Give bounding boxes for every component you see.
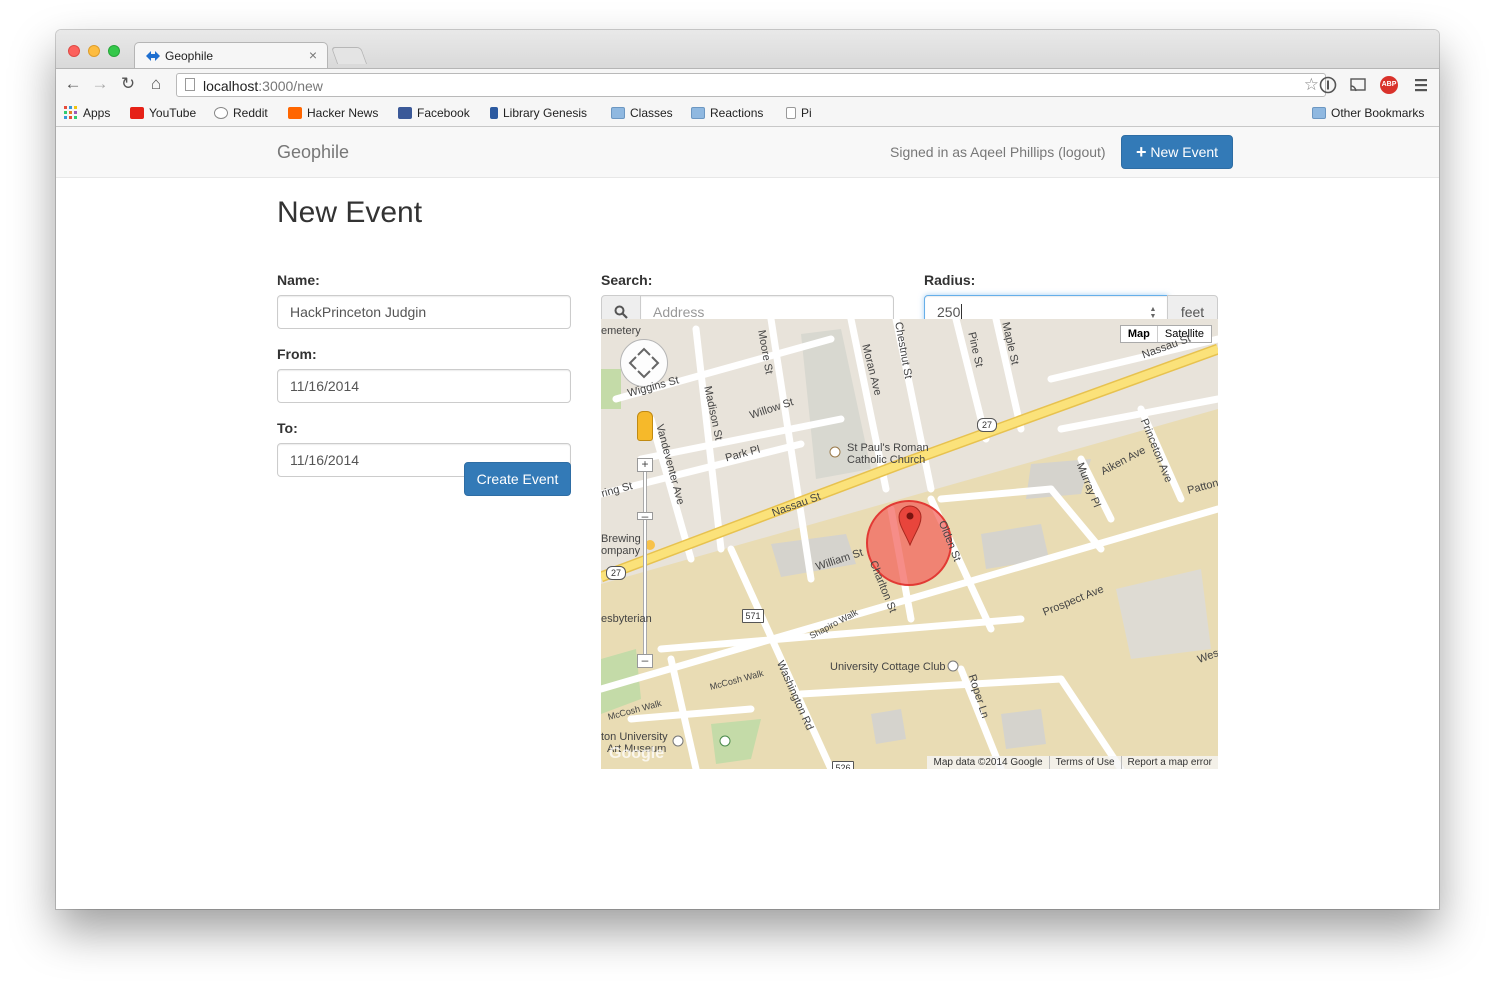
- bookmark-apps[interactable]: Apps: [64, 106, 110, 120]
- route-shield-571: 571: [742, 609, 764, 623]
- to-label: To:: [277, 420, 298, 436]
- apps-grid-icon: [64, 106, 77, 119]
- bookmark-folder-classes[interactable]: Classes: [611, 106, 673, 120]
- map-label: ton University: [601, 731, 668, 743]
- geophile-favicon-icon: [146, 51, 160, 61]
- from-label: From:: [277, 346, 317, 362]
- page-content: Geophile Signed in as Aqeel Phillips (lo…: [56, 127, 1439, 909]
- create-event-button[interactable]: Create Event: [464, 462, 571, 496]
- brand-link[interactable]: Geophile: [277, 142, 349, 163]
- search-label: Search:: [601, 272, 653, 288]
- reddit-icon: [214, 107, 228, 119]
- map-data-credit: Map data ©2014 Google: [933, 757, 1043, 768]
- bookmark-youtube[interactable]: YouTube: [130, 106, 196, 120]
- minimize-window-button[interactable]: [88, 45, 100, 57]
- bookmark-pi[interactable]: Pi: [786, 106, 812, 120]
- tab-close-icon[interactable]: ×: [309, 47, 317, 63]
- url-text: localhost:3000/new: [203, 78, 323, 94]
- chrome-menu-icon[interactable]: [1412, 76, 1430, 94]
- hacker-news-icon: [288, 107, 302, 119]
- map-label: St Paul's Roman: [847, 442, 929, 454]
- bookmark-reddit[interactable]: Reddit: [214, 106, 268, 120]
- google-logo: Google: [609, 745, 665, 762]
- report-map-error-link[interactable]: Report a map error: [1120, 756, 1218, 769]
- route-shield-27: 27: [606, 566, 626, 580]
- page-title: New Event: [277, 196, 423, 229]
- page-icon: [185, 78, 195, 91]
- browser-window: Geophile × ← → ↻ ⌂ localhost:3000/new ☆ …: [56, 30, 1439, 909]
- map-label: University Cottage Club: [830, 661, 946, 673]
- map-label: emetery: [601, 325, 641, 337]
- route-shield-27: 27: [977, 418, 997, 432]
- maximize-window-button[interactable]: [108, 45, 120, 57]
- map-label: esbyterian: [601, 613, 652, 625]
- zoom-in-button[interactable]: +: [637, 458, 653, 472]
- map-label: ompany: [601, 545, 641, 557]
- bookmark-star-icon[interactable]: ☆: [1304, 75, 1319, 95]
- page-icon: [786, 107, 796, 119]
- onepassword-extension-icon[interactable]: [1319, 76, 1337, 94]
- radius-value: 250: [937, 304, 961, 320]
- zoom-slider-handle[interactable]: –: [637, 510, 653, 522]
- map-label: Catholic Church: [847, 454, 926, 466]
- forward-arrow-icon[interactable]: →: [90, 74, 110, 94]
- search-placeholder: Address: [653, 304, 705, 320]
- number-spinner-icon[interactable]: ▲ ▼: [1149, 306, 1157, 320]
- name-label: Name:: [277, 272, 320, 288]
- tab-title: Geophile: [165, 49, 214, 63]
- bookmark-library-genesis[interactable]: Library Genesis: [490, 106, 587, 120]
- map-tiles: [601, 319, 1218, 769]
- map-attribution: Map data ©2014 Google Terms of Use Repor…: [927, 756, 1218, 769]
- title-bar: Geophile ×: [56, 30, 1439, 69]
- map-label: Brewing: [601, 533, 641, 545]
- cast-icon[interactable]: [1349, 76, 1367, 94]
- name-input[interactable]: HackPrinceton Judgin: [277, 295, 571, 329]
- from-date-input[interactable]: 11/16/2014: [277, 369, 571, 403]
- facebook-icon: [398, 107, 412, 119]
- bookmark-hacker-news[interactable]: Hacker News: [288, 106, 378, 120]
- event-location-map[interactable]: Map Satellite + – – emetery Moore St Mor…: [601, 319, 1218, 769]
- folder-icon: [691, 107, 705, 119]
- new-event-label: New Event: [1150, 144, 1219, 160]
- terms-of-use-link[interactable]: Terms of Use: [1048, 756, 1121, 769]
- bookmark-folder-reactions[interactable]: Reactions: [691, 106, 763, 120]
- app-navbar: Geophile Signed in as Aqeel Phillips (lo…: [56, 127, 1439, 178]
- zoom-out-button[interactable]: –: [637, 654, 653, 668]
- radius-label: Radius:: [924, 272, 976, 288]
- browser-tab[interactable]: Geophile ×: [134, 42, 328, 69]
- adblock-plus-icon[interactable]: ABP: [1380, 76, 1398, 94]
- plus-icon: +: [1135, 142, 1147, 162]
- back-arrow-icon[interactable]: ←: [63, 74, 83, 94]
- search-icon: [614, 305, 628, 319]
- folder-icon: [1312, 107, 1326, 119]
- signed-in-text[interactable]: Signed in as Aqeel Phillips (logout): [890, 144, 1106, 160]
- bookmarks-bar: Apps YouTube Reddit Hacker News Facebook…: [56, 101, 1439, 127]
- route-shield-526: 526: [832, 761, 854, 769]
- browser-toolbar: ← → ↻ ⌂ localhost:3000/new ☆ ABP: [56, 68, 1439, 102]
- bookmark-facebook[interactable]: Facebook: [398, 106, 470, 120]
- zoom-slider[interactable]: [643, 464, 647, 660]
- bookmark-other-bookmarks[interactable]: Other Bookmarks: [1312, 106, 1424, 120]
- library-genesis-icon: [490, 107, 498, 119]
- youtube-icon: [130, 107, 144, 119]
- new-tab-button[interactable]: [330, 47, 368, 64]
- new-event-button[interactable]: + New Event: [1121, 135, 1233, 169]
- close-window-button[interactable]: [68, 45, 80, 57]
- address-bar[interactable]: localhost:3000/new ☆: [176, 73, 1326, 97]
- map-type-map[interactable]: Map: [1121, 326, 1158, 342]
- home-icon[interactable]: ⌂: [146, 74, 166, 94]
- street-view-pegman-icon[interactable]: [637, 411, 653, 441]
- folder-icon: [611, 107, 625, 119]
- reload-icon[interactable]: ↻: [118, 74, 138, 94]
